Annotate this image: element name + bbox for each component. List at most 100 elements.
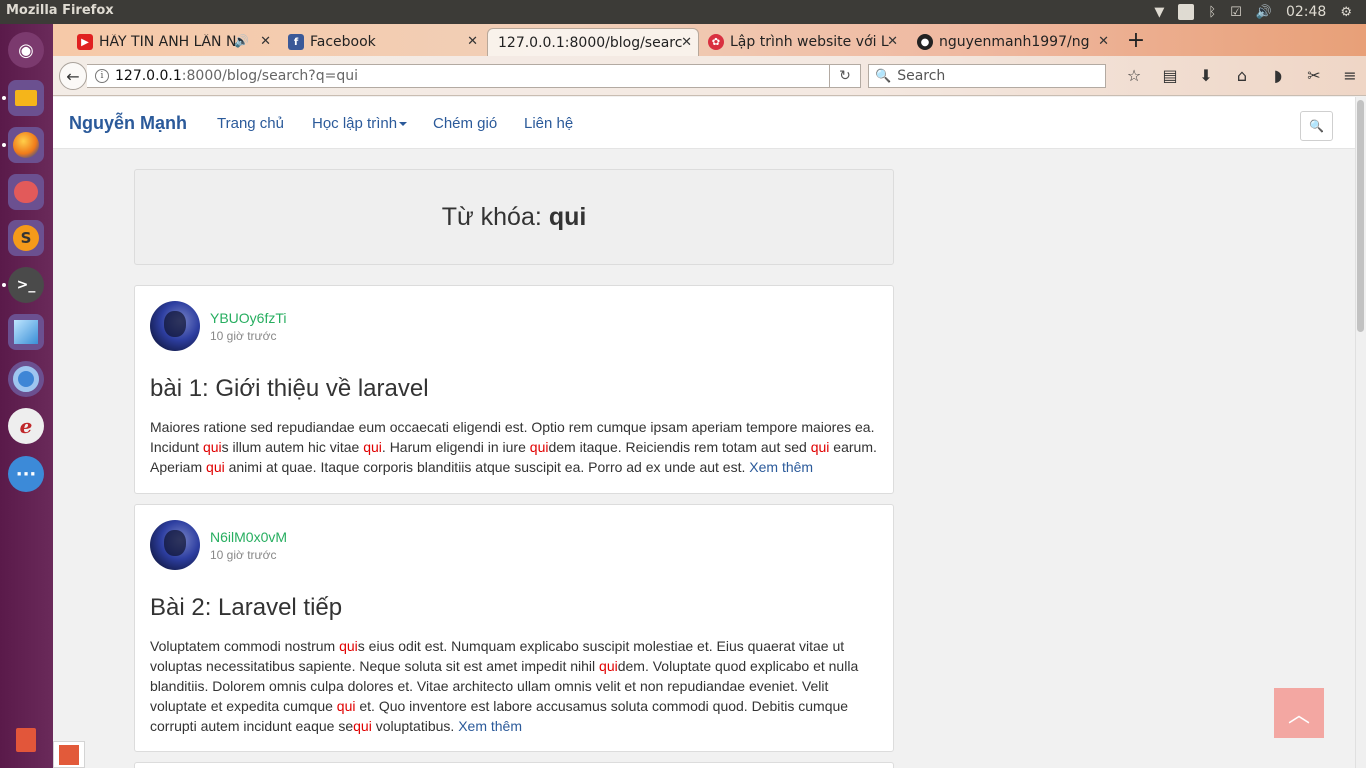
terminal-icon[interactable]: >_ xyxy=(8,267,44,303)
firefox-running-indicator xyxy=(2,143,6,147)
avatar[interactable] xyxy=(150,301,200,351)
files-icon[interactable] xyxy=(8,80,44,116)
back-to-top-button[interactable]: ︿ xyxy=(1274,688,1324,738)
back-button[interactable]: ← xyxy=(59,62,87,90)
keyword-highlight: qui xyxy=(202,439,222,455)
post-time: 10 giờ trước xyxy=(210,329,277,343)
reload-button[interactable]: ↻ xyxy=(829,64,861,88)
files-running-indicator xyxy=(2,96,6,100)
search-icon: 🔍 xyxy=(1309,119,1324,133)
post-title[interactable]: Bài 2: Laravel tiếp xyxy=(150,594,342,622)
firefox-icon[interactable] xyxy=(8,127,44,163)
keyword-highlight: qui xyxy=(353,718,372,734)
site-brand[interactable]: Nguyễn Mạnh xyxy=(69,113,187,134)
extension-icon[interactable]: ✂ xyxy=(1296,66,1332,85)
close-icon[interactable]: ✕ xyxy=(1098,34,1109,49)
search-keyword-banner: Từ khóa: qui xyxy=(134,169,894,265)
menu-icon[interactable]: ≡ xyxy=(1332,66,1366,85)
terminal-running-indicator xyxy=(2,283,6,287)
url-path: :8000/blog/search?q=qui xyxy=(181,68,359,84)
close-icon[interactable]: ✕ xyxy=(681,35,692,50)
excerpt-text: s illum autem hic vitae xyxy=(221,439,364,455)
reading-list-icon[interactable]: ▤ xyxy=(1152,66,1188,85)
site-navbar: Nguyễn Mạnh Trang chủ Học lập trình Chém… xyxy=(53,97,1355,149)
nav-learn-programming-label: Học lập trình xyxy=(312,115,398,132)
corner-app-icon[interactable] xyxy=(53,741,85,768)
keyword-label: Từ khóa: xyxy=(441,202,542,231)
close-icon[interactable]: ✕ xyxy=(467,34,478,49)
navigation-toolbar: ← i 127.0.0.1:8000/blog/search?q=qui ↻ 🔍… xyxy=(53,56,1366,96)
close-icon[interactable]: ✕ xyxy=(260,34,271,49)
power-gear-icon[interactable]: ⚙ xyxy=(1340,5,1352,20)
pocket-icon[interactable]: ◗ xyxy=(1260,66,1296,85)
virtualbox-icon[interactable] xyxy=(8,314,44,350)
eclipse-icon[interactable]: e xyxy=(8,408,44,444)
post-title[interactable]: bài 1: Giới thiệu về laravel xyxy=(150,375,429,403)
clock[interactable]: 02:48 xyxy=(1286,4,1326,20)
system-tray: ▼ B ᛒ ☑ 🔊 02:48 ⚙ xyxy=(1154,0,1366,24)
youtube-icon: ▶ xyxy=(77,34,93,50)
speaker-icon[interactable]: 🔊 xyxy=(234,34,249,48)
home-icon[interactable]: ⌂ xyxy=(1224,66,1260,85)
tab-youtube[interactable]: ▶ HÃY TIN ANH LẦN N 🔊 ✕ xyxy=(71,28,277,56)
chromium-icon[interactable] xyxy=(8,361,44,397)
chevron-down-icon xyxy=(399,122,408,127)
search-toggle-button[interactable]: 🔍 xyxy=(1300,111,1333,141)
site-info-icon[interactable]: i xyxy=(95,69,109,83)
keyword-highlight: qui xyxy=(529,439,549,455)
post-excerpt: Voluptatem commodi nostrum quis eius odi… xyxy=(150,636,880,736)
post-card xyxy=(134,762,894,768)
tab-github[interactable]: ● nguyenmanh1997/ng ✕ xyxy=(911,28,1115,56)
bookmark-star-icon[interactable]: ☆ xyxy=(1116,66,1152,85)
clipboard-icon[interactable]: ☑ xyxy=(1230,5,1242,20)
tab-laravel[interactable]: ✿ Lập trình website với L ✕ xyxy=(702,28,904,56)
post-author[interactable]: YBUOy6fzTi xyxy=(210,310,287,326)
url-host: 127.0.0.1 xyxy=(115,68,182,84)
close-icon[interactable]: ✕ xyxy=(887,34,898,49)
tab-label: Lập trình website với L xyxy=(730,34,889,50)
post-author[interactable]: N6ilM0x0vM xyxy=(210,529,287,545)
search-placeholder: Search xyxy=(897,68,946,84)
downloads-icon[interactable]: ⬇ xyxy=(1188,66,1224,85)
site-logo-icon: ✿ xyxy=(708,34,724,50)
scrollbar-thumb[interactable] xyxy=(1357,100,1364,332)
sublime-text-icon[interactable]: S xyxy=(8,220,44,256)
keyword-highlight: qui xyxy=(336,698,356,714)
chevron-up-icon: ︿ xyxy=(1287,703,1310,728)
read-more-link[interactable]: Xem thêm xyxy=(458,718,522,734)
tab-label: nguyenmanh1997/ng xyxy=(939,34,1090,50)
avatar[interactable] xyxy=(150,520,200,570)
launcher: ◉ S >_ e ··· xyxy=(0,24,53,768)
app-badge-icon xyxy=(59,744,79,765)
trash-icon[interactable] xyxy=(8,722,44,758)
new-tab-button[interactable]: + xyxy=(1124,28,1148,53)
nav-learn-programming[interactable]: Học lập trình xyxy=(312,115,408,132)
more-apps-icon[interactable]: ··· xyxy=(8,456,44,492)
search-icon: 🔍 xyxy=(875,68,892,84)
keyword-highlight: qui xyxy=(363,439,382,455)
github-icon: ● xyxy=(917,34,933,50)
keyword-highlight: qui xyxy=(339,638,358,654)
bluetooth-b-icon[interactable]: B xyxy=(1178,4,1195,20)
bluetooth-icon[interactable]: ᛒ xyxy=(1208,5,1216,20)
search-input[interactable]: 🔍 Search xyxy=(868,64,1106,88)
tab-blog-search[interactable]: 127.0.0.1:8000/blog/searc ✕ xyxy=(487,28,699,56)
settings-toggle-icon[interactable] xyxy=(8,174,44,210)
tab-bar: ▶ HÃY TIN ANH LẦN N 🔊 ✕ f Facebook ✕ 127… xyxy=(53,24,1366,56)
excerpt-text: Voluptatem commodi nostrum xyxy=(150,638,340,654)
reload-icon: ↻ xyxy=(839,68,851,84)
post-card: N6ilM0x0vM 10 giờ trước Bài 2: Laravel t… xyxy=(134,504,894,752)
top-panel: Mozilla Firefox ▼ B ᛒ ☑ 🔊 02:48 ⚙ xyxy=(0,0,1366,24)
post-card: YBUOy6fzTi 10 giờ trước bài 1: Giới thiệ… xyxy=(134,285,894,494)
ubuntu-dash-icon[interactable]: ◉ xyxy=(8,32,44,68)
url-bar[interactable]: i 127.0.0.1:8000/blog/search?q=qui xyxy=(87,64,861,88)
read-more-link[interactable]: Xem thêm xyxy=(749,459,813,475)
nav-chat[interactable]: Chém gió xyxy=(433,115,497,132)
wifi-icon[interactable]: ▼ xyxy=(1154,5,1164,20)
nav-home[interactable]: Trang chủ xyxy=(217,115,284,132)
post-time: 10 giờ trước xyxy=(210,548,277,562)
excerpt-text: voluptatibus. xyxy=(371,718,459,734)
tab-facebook[interactable]: f Facebook ✕ xyxy=(282,28,484,56)
nav-contact[interactable]: Liên hệ xyxy=(524,115,573,132)
volume-icon[interactable]: 🔊 xyxy=(1256,5,1272,20)
